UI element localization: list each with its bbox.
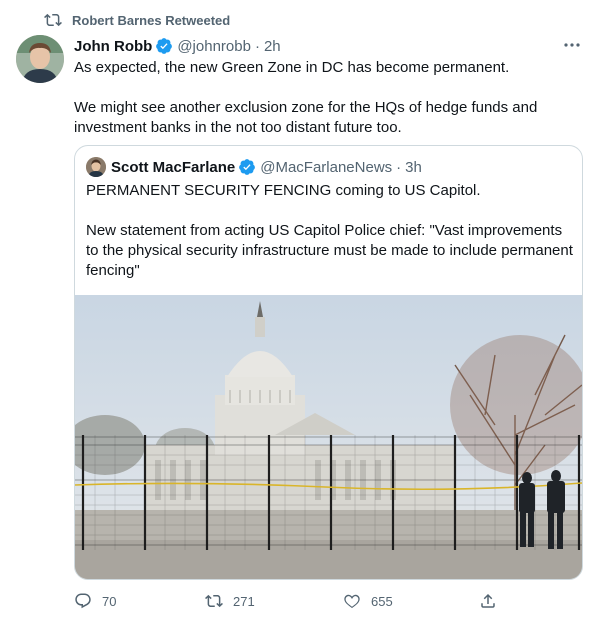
separator-dot: · xyxy=(254,37,260,55)
separator-dot: · xyxy=(396,158,402,176)
like-count: 655 xyxy=(371,593,393,609)
retweet-icon xyxy=(205,594,223,608)
avatar-image xyxy=(16,35,64,83)
more-icon[interactable] xyxy=(562,38,582,52)
reply-icon xyxy=(75,593,91,609)
retweeted-by-text: Robert Barnes Retweeted xyxy=(72,12,231,28)
share-icon xyxy=(481,593,495,608)
share-button[interactable] xyxy=(479,590,507,612)
tweet-header: John Robb @johnrobb · 2h xyxy=(74,36,281,56)
quoted-author-handle[interactable]: @MacFarlaneNews xyxy=(260,159,392,176)
quoted-author-name[interactable]: Scott MacFarlane xyxy=(111,159,235,176)
retweet-count: 271 xyxy=(233,593,255,609)
quoted-tweet-header: Scott MacFarlane @MacFarlaneNews · 3h xyxy=(86,157,422,177)
quoted-avatar xyxy=(86,157,106,177)
reply-count: 70 xyxy=(102,593,117,609)
verified-badge-icon xyxy=(239,159,256,175)
retweet-context[interactable]: Robert Barnes Retweeted xyxy=(44,10,230,30)
quoted-text-paragraph-2: New statement from acting US Capitol Pol… xyxy=(86,222,573,279)
quoted-tweet-text: PERMANENT SECURITY FENCING coming to US … xyxy=(86,181,576,281)
retweet-button[interactable]: 271 xyxy=(205,590,255,612)
reply-button[interactable]: 70 xyxy=(74,590,116,612)
quoted-text-paragraph-1: PERMANENT SECURITY FENCING coming to US … xyxy=(86,182,481,199)
capitol-fence-photo[interactable] xyxy=(75,295,582,579)
author-handle[interactable]: @johnrobb xyxy=(177,38,251,55)
like-button[interactable]: 655 xyxy=(343,590,393,612)
retweet-icon xyxy=(44,13,62,27)
quoted-tweet-timestamp[interactable]: 3h xyxy=(405,159,422,176)
avatar[interactable] xyxy=(16,35,64,83)
quoted-tweet[interactable]: Scott MacFarlane @MacFarlaneNews · 3h PE… xyxy=(74,145,583,580)
tweet-text-paragraph-1: As expected, the new Green Zone in DC ha… xyxy=(74,59,510,76)
tweet-timestamp[interactable]: 2h xyxy=(264,38,281,55)
action-bar: 70 271 655 xyxy=(74,590,514,612)
tweet-text-paragraph-2: We might see another exclusion zone for … xyxy=(74,99,538,136)
tweet-text: As expected, the new Green Zone in DC ha… xyxy=(74,58,574,138)
verified-badge-icon xyxy=(156,38,173,54)
author-name[interactable]: John Robb xyxy=(74,38,152,55)
like-icon xyxy=(344,594,360,609)
